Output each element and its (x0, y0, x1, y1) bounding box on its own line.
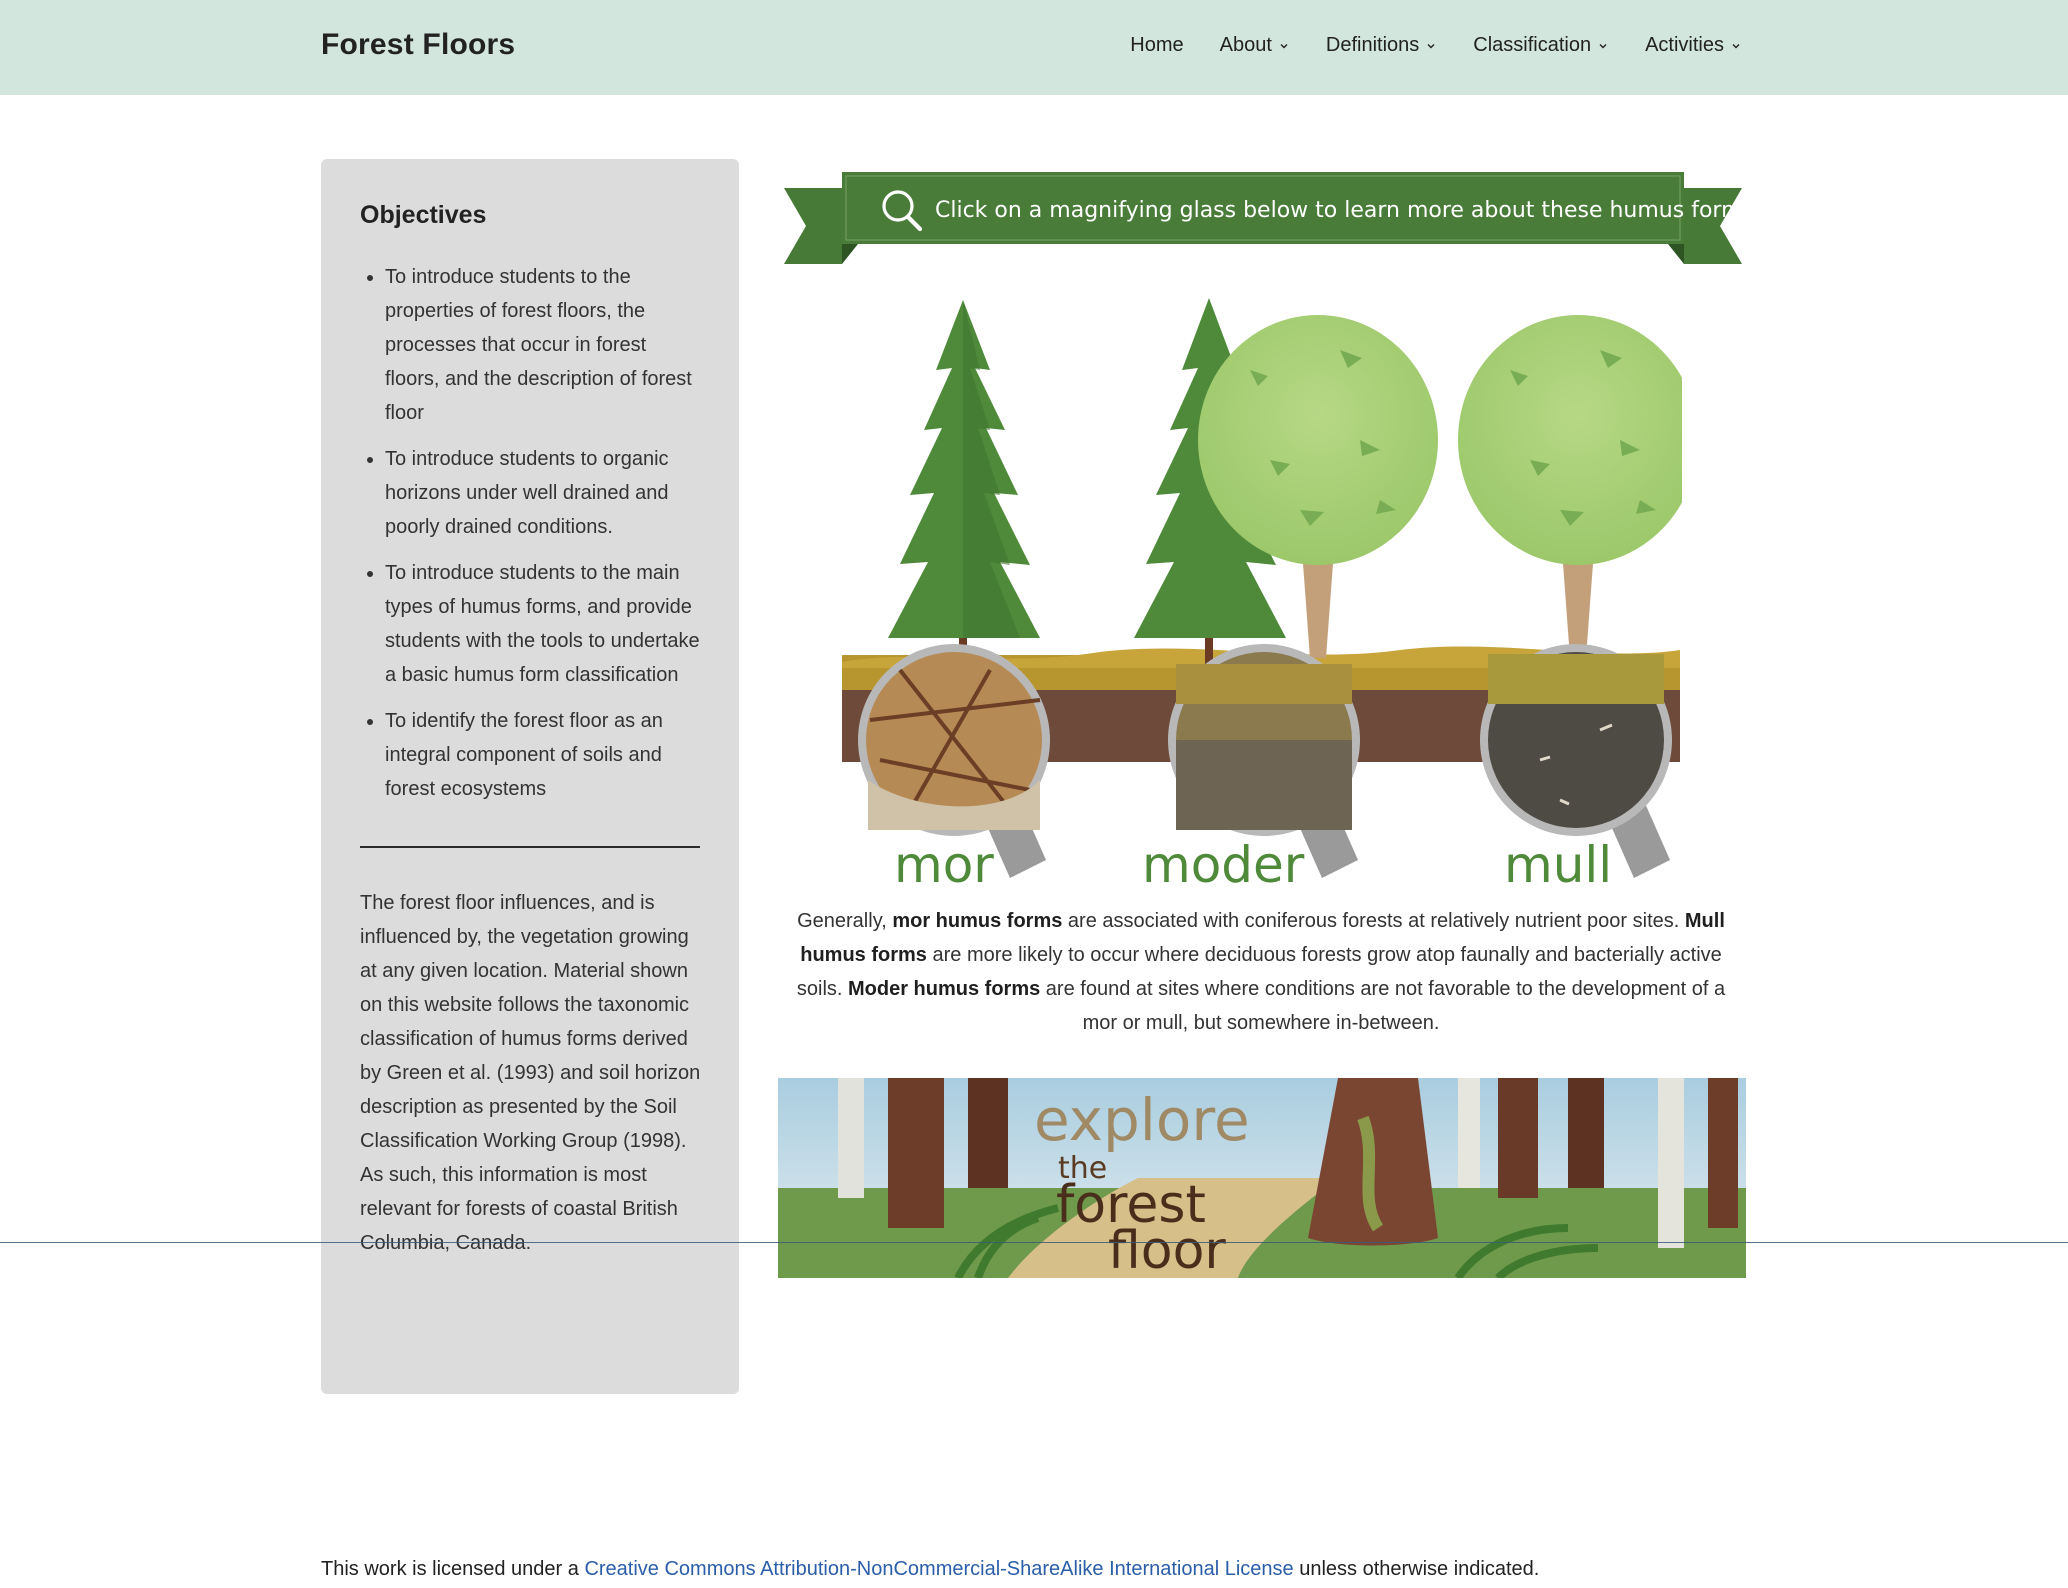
license-link[interactable]: Creative Commons Attribution-NonCommerci… (584, 1558, 1293, 1580)
objectives-heading: Objectives (360, 201, 487, 229)
horizontal-rule (0, 1242, 2068, 1243)
site-title[interactable]: Forest Floors (321, 28, 515, 62)
license-footer: This work is licensed under a Creative C… (321, 1558, 1539, 1581)
intro-text: Generally, (797, 910, 893, 932)
objective-item: To introduce students to the properties … (385, 260, 701, 430)
explore-forest-floor-banner[interactable]: explore the forest floor (778, 1078, 1746, 1278)
nav-activities-label: Activities (1645, 34, 1724, 56)
conifer-tree (888, 300, 1040, 660)
sidebar-divider (360, 846, 700, 848)
nav-about-label: About (1219, 34, 1272, 56)
mor-label[interactable]: mor (894, 836, 994, 894)
moder-label[interactable]: moder (1142, 836, 1305, 894)
ribbon-tail-left (784, 188, 842, 264)
nav-about[interactable]: About (1220, 34, 1290, 57)
deciduous-tree (1458, 315, 1682, 658)
nav-classification-label: Classification (1473, 34, 1592, 56)
intro-text: are found at sites where conditions are … (1040, 978, 1726, 1034)
nav-classification[interactable]: Classification (1473, 34, 1609, 57)
chevron-down-icon (1280, 43, 1288, 48)
nav-activities[interactable]: Activities (1645, 34, 1742, 57)
chevron-down-icon (1427, 43, 1435, 48)
humus-forms-banner: Click on a magnifying glass below to lea… (784, 172, 1742, 264)
intro-bold-moder: Moder humus forms (848, 978, 1041, 1000)
nav-definitions[interactable]: Definitions (1326, 34, 1437, 57)
nav-home-label: Home (1130, 34, 1184, 56)
objective-item: To introduce students to organic horizon… (385, 442, 701, 544)
mull-label[interactable]: mull (1504, 836, 1612, 894)
nav-home[interactable]: Home (1130, 34, 1183, 57)
sidebar-description: The forest floor influences, and is infl… (360, 892, 701, 1254)
explore-title-line1: explore (1034, 1086, 1250, 1154)
objectives-sidebar: Objectives To introduce students to the … (321, 159, 739, 1394)
nav-definitions-label: Definitions (1325, 34, 1420, 56)
chevron-down-icon (1732, 43, 1740, 48)
chevron-down-icon (1599, 43, 1607, 48)
humus-forms-intro: Generally, mor humus forms are associate… (790, 904, 1732, 1040)
objective-item: To identify the forest floor as an integ… (385, 704, 701, 806)
objectives-list: To introduce students to the properties … (360, 260, 701, 806)
footer-suffix: unless otherwise indicated. (1293, 1558, 1540, 1580)
site-header: Forest Floors Home About Definitions Cla… (0, 0, 2068, 95)
main-nav: Home About Definitions Classification Ac… (1130, 34, 1742, 57)
intro-bold-mor: mor humus forms (892, 910, 1063, 932)
banner-text: Click on a magnifying glass below to lea… (935, 198, 1742, 223)
objective-item: To introduce students to the main types … (385, 556, 701, 692)
intro-text: are associated with coniferous forests a… (1062, 910, 1685, 932)
explore-title-line4: floor (1108, 1221, 1226, 1278)
footer-prefix: This work is licensed under a (321, 1558, 585, 1580)
humus-forms-illustration: mor moder mull (842, 298, 1682, 894)
